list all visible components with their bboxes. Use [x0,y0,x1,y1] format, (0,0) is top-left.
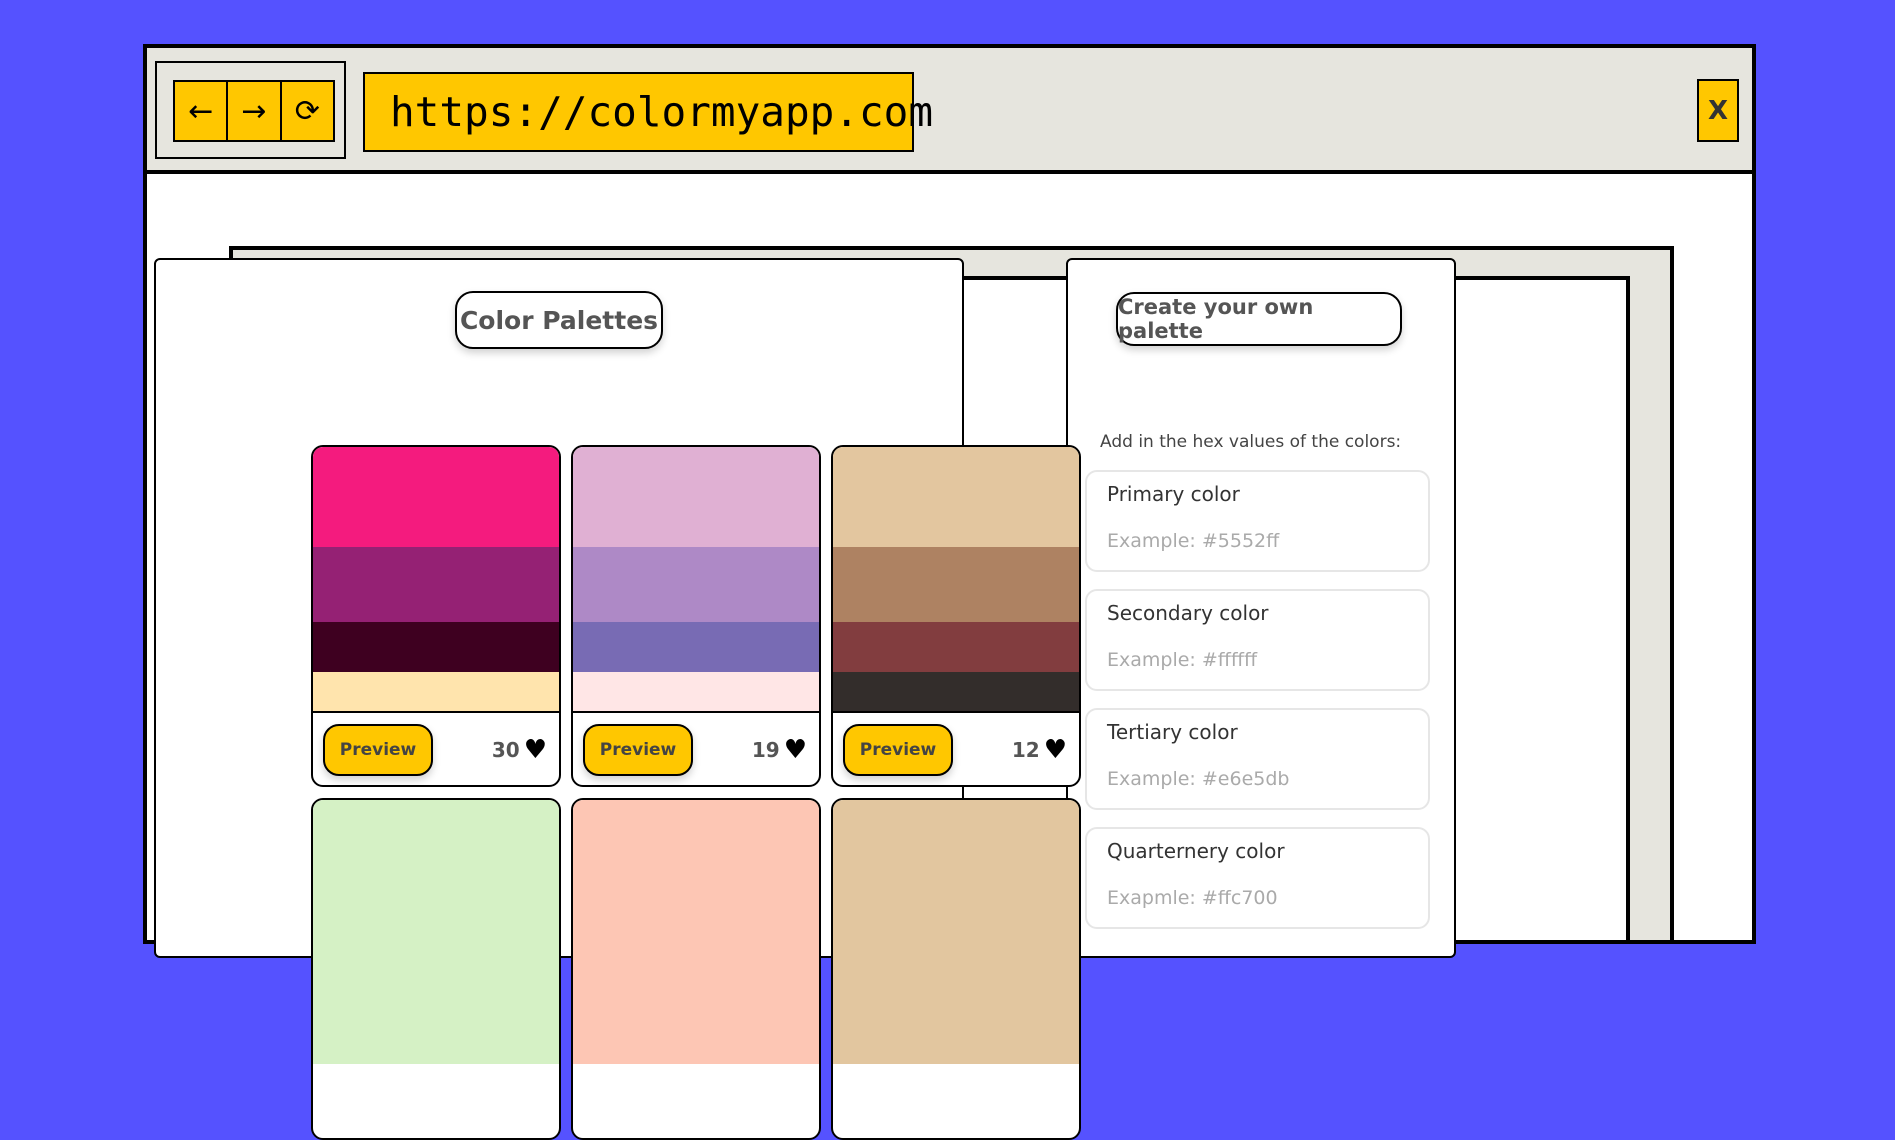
color-swatch [573,447,819,547]
nav-buttons: ← → ⟳ [173,80,335,142]
color-swatch [833,622,1079,672]
like-count[interactable]: 30 ♥ [492,733,547,767]
color-swatch [313,672,559,712]
tertiary-color-field: Tertiary color [1085,708,1430,810]
color-swatch [573,622,819,672]
tertiary-color-input[interactable] [1105,762,1409,796]
like-count[interactable]: 12 ♥ [1012,733,1067,767]
palette-card [831,798,1081,1140]
secondary-color-field: Secondary color [1085,589,1430,691]
nav-button-group: ← → ⟳ [155,61,346,159]
color-swatch [573,672,819,712]
primary-color-field: Primary color [1085,470,1430,572]
palette-card: Preview 12 ♥ [831,445,1081,787]
quarternery-color-label: Quarternery color [1107,839,1285,863]
back-arrow-icon[interactable]: ← [175,82,229,140]
primary-color-input[interactable] [1105,524,1409,558]
tertiary-color-label: Tertiary color [1107,720,1238,744]
hex-hint-text: Add in the hex values of the colors: [1100,432,1402,452]
palettes-title: Color Palettes [455,291,663,349]
preview-button[interactable]: Preview [583,724,693,776]
color-swatch [313,622,559,672]
palette-footer: Preview 30 ♥ [313,711,559,785]
palette-footer: Preview 19 ♥ [573,711,819,785]
preview-button[interactable]: Preview [843,724,953,776]
quarternery-color-field: Quarternery color [1085,827,1430,929]
like-count[interactable]: 19 ♥ [752,733,807,767]
palette-card: Preview 19 ♥ [571,445,821,787]
forward-arrow-icon[interactable]: → [228,82,282,140]
color-swatch [573,547,819,622]
palette-card [571,798,821,1140]
quarternery-color-input[interactable] [1105,881,1409,915]
create-palette-title: Create your own palette [1116,292,1402,346]
preview-button[interactable]: Preview [323,724,433,776]
heart-icon[interactable]: ♥ [524,737,547,763]
color-swatch [833,547,1079,622]
reload-icon[interactable]: ⟳ [282,82,333,140]
palette-card [311,798,561,1140]
address-bar[interactable]: https://colormyapp.com [363,72,933,152]
heart-icon[interactable]: ♥ [1044,737,1067,763]
palette-footer: Preview 12 ♥ [833,711,1079,785]
like-count-value: 19 [751,738,780,762]
color-swatch [833,672,1079,712]
color-swatch [833,800,1079,1064]
heart-icon[interactable]: ♥ [784,737,807,763]
palette-card: Preview 30 ♥ [311,445,561,787]
color-swatch [313,447,559,547]
browser-toolbar: ← → ⟳ https://colormyapp.com X [147,48,1752,174]
color-swatch [313,800,559,1064]
close-button[interactable]: X [1697,79,1739,142]
primary-color-label: Primary color [1107,482,1240,506]
like-count-value: 12 [1011,738,1040,762]
like-count-value: 30 [491,738,520,762]
color-swatch [573,800,819,1064]
secondary-color-input[interactable] [1105,643,1409,677]
color-swatch [833,447,1079,547]
color-swatch [313,547,559,622]
secondary-color-label: Secondary color [1107,601,1269,625]
